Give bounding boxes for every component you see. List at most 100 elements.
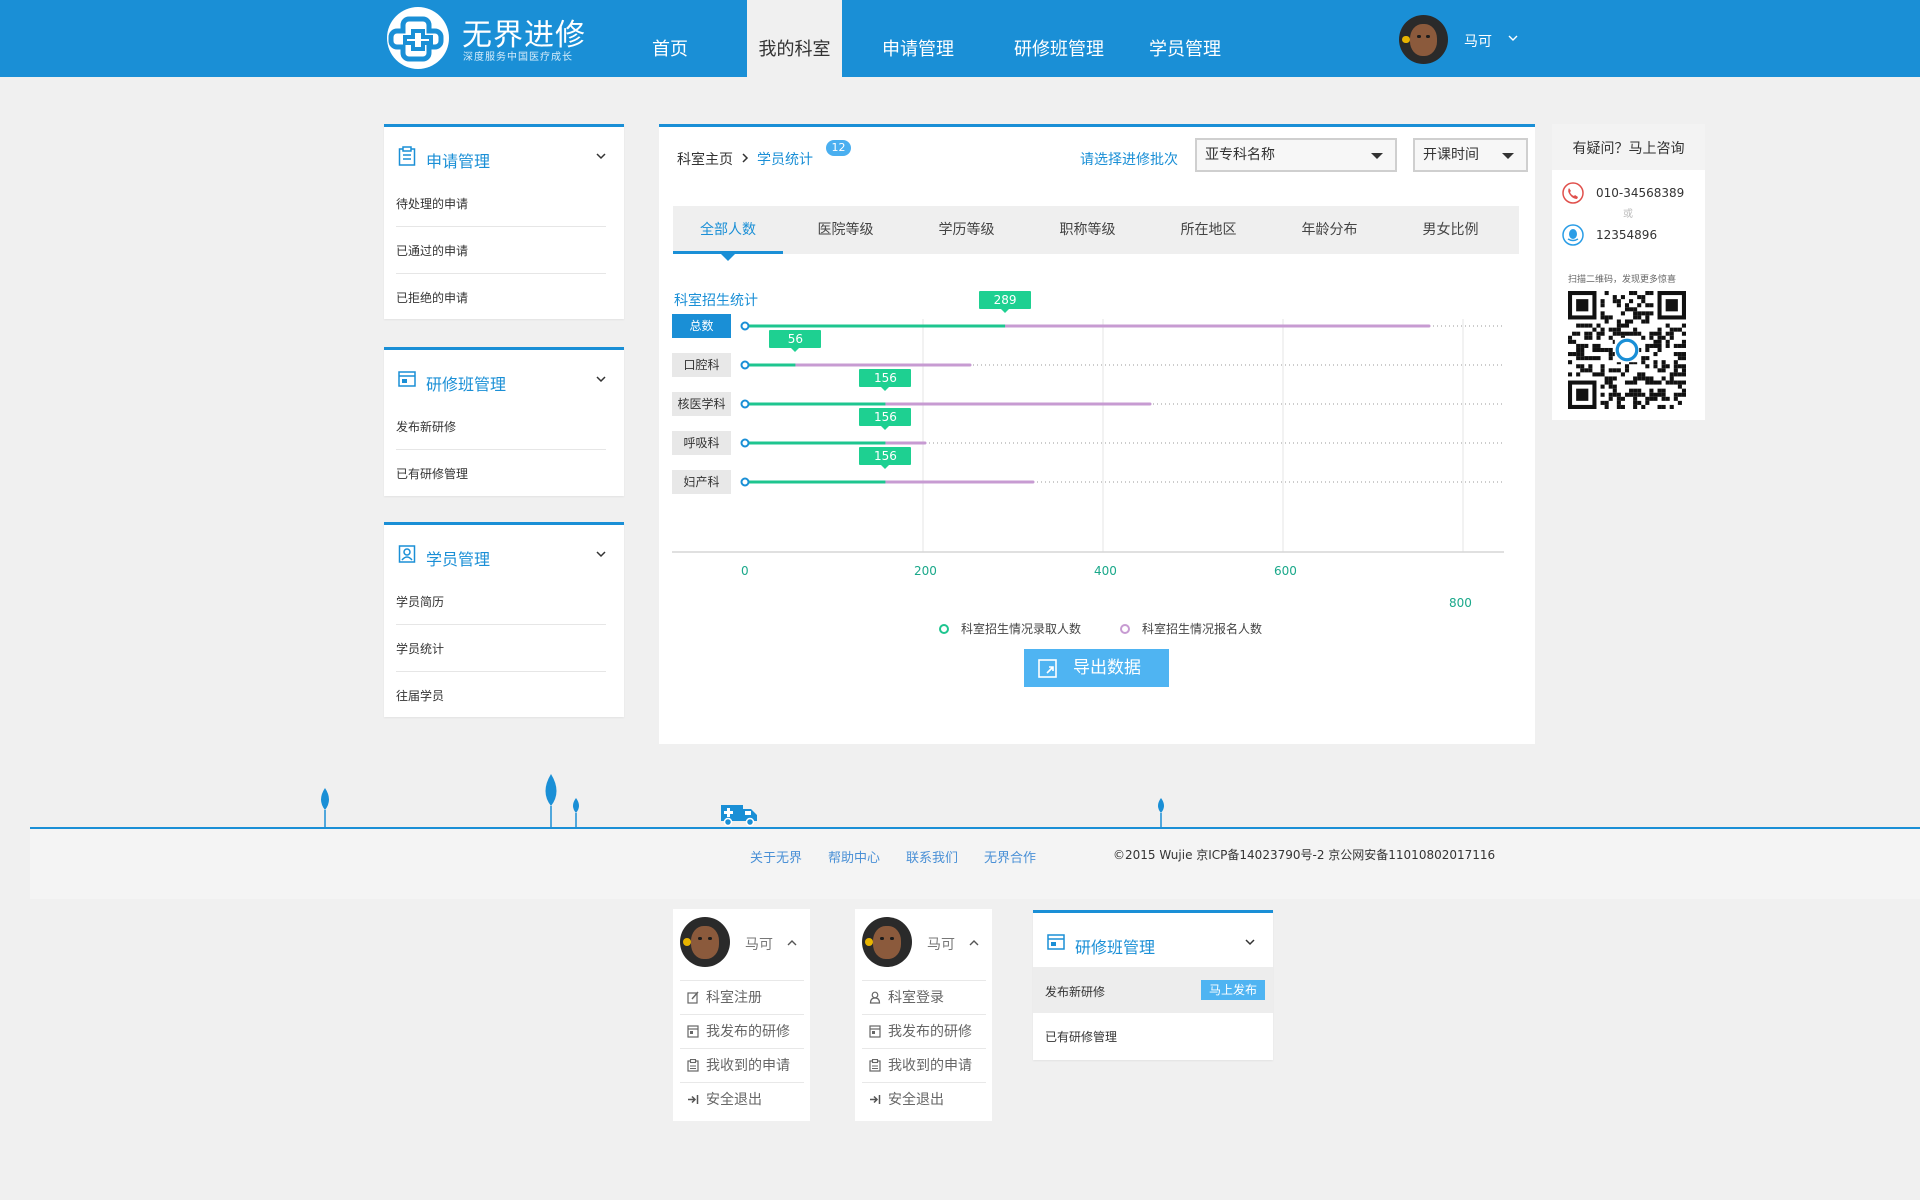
avatar[interactable]	[680, 917, 730, 967]
x-tick-label: 600	[1274, 564, 1297, 578]
publish-now-button[interactable]: 马上发布	[1201, 980, 1265, 1000]
value-badge: 156	[859, 447, 912, 469]
nav-home[interactable]: 首页	[630, 0, 710, 77]
x-tick-label: 0	[741, 564, 749, 578]
menu-item-my-courses[interactable]: 我发布的研修	[862, 1014, 986, 1048]
nav-application-management[interactable]: 申请管理	[870, 0, 966, 77]
menu-item-label: 我发布的研修	[706, 1024, 790, 1040]
clipboard-icon	[869, 1059, 881, 1072]
calendar-board-icon	[869, 1025, 881, 1038]
consult-or: 或	[1623, 209, 1633, 220]
menu-item-label: 安全退出	[888, 1092, 944, 1108]
menu-item-received-applications[interactable]: 我收到的申请	[862, 1048, 986, 1082]
legend-label: 科室招生情况录取人数	[961, 622, 1082, 636]
consult-phone[interactable]: 010-34568389	[1596, 186, 1684, 200]
edit-icon	[687, 991, 699, 1004]
value-badge: 156	[859, 369, 912, 391]
menu-item-logout[interactable]: 安全退出	[680, 1082, 804, 1116]
value-badge: 56	[769, 330, 822, 352]
category-label: 总数	[672, 314, 731, 338]
top-navigation-bar: 无界进修 深度服务中国医疗成长 首页 我的科室 申请管理 研修班管理 学员管理 …	[0, 0, 1920, 77]
bar-start-marker	[740, 477, 750, 487]
sidebar-course-panel: 研修班管理 发布新研修 已有研修管理	[384, 347, 624, 496]
user-name[interactable]: 马可	[745, 934, 773, 954]
value-badge: 289	[979, 291, 1032, 313]
sidebar-item-former-students[interactable]: 往届学员	[396, 673, 606, 719]
user-icon	[869, 991, 881, 1004]
menu-item-label: 科室注册	[706, 990, 762, 1006]
category-label: 核医学科	[672, 392, 731, 416]
sidebar-apply-panel: 申请管理 待处理的申请 已通过的申请 已拒绝的申请	[384, 124, 624, 319]
bar-start-marker	[740, 360, 750, 370]
footer-link-cooperation[interactable]: 无界合作	[984, 847, 1036, 866]
qr-code-image	[1568, 291, 1686, 409]
nav-student-management[interactable]: 学员管理	[1140, 0, 1230, 77]
qr-caption: 扫描二维码，发现更多惊喜	[1568, 275, 1677, 285]
chevron-up-icon[interactable]	[969, 939, 979, 947]
menu-item-login[interactable]: 科室登录	[862, 980, 986, 1014]
user-dropdown-registered: 马可 科室注册 我发布的研修 我收到的申请 安全退出	[673, 909, 810, 1121]
panel-header[interactable]: 研修班管理	[384, 350, 624, 402]
panel-title: 研修班管理	[426, 375, 507, 394]
main-content-card: 科室主页 学员统计 12 请选择进修批次 亚专科名称 开课时间 全部人数 医院等…	[659, 124, 1535, 744]
category-label: 口腔科	[672, 353, 731, 377]
panel-title: 申请管理	[426, 152, 491, 171]
footer-link-help[interactable]: 帮助中心	[828, 847, 880, 866]
calendar-board-icon	[398, 371, 416, 387]
brand-slogan: 深度服务中国医疗成长	[463, 52, 573, 63]
ambulance-icon	[721, 805, 757, 827]
chevron-down-icon[interactable]	[1243, 935, 1257, 949]
legend-marker	[1120, 624, 1130, 634]
x-tick-label: 800	[1449, 596, 1472, 610]
student-card-icon	[398, 545, 416, 563]
nav-course-management[interactable]: 研修班管理	[1004, 0, 1114, 77]
consult-panel: 有疑问？马上咨询 010-34568389 或 12354896 扫描二维码，发…	[1552, 124, 1705, 420]
chevron-up-icon[interactable]	[787, 939, 797, 947]
avatar[interactable]	[862, 917, 912, 967]
sidebar-student-panel: 学员管理 学员简历 学员统计 往届学员	[384, 522, 624, 717]
menu-item-publish-course-row[interactable]: 发布新研修 马上发布	[1033, 967, 1273, 1013]
export-data-label: 导出数据	[1073, 658, 1141, 678]
legend-marker	[939, 624, 949, 634]
avatar[interactable]	[1399, 15, 1448, 64]
panel-header[interactable]: 学员管理	[384, 525, 624, 577]
phone-icon	[1562, 182, 1584, 204]
footer-link-contact[interactable]: 联系我们	[906, 847, 958, 866]
menu-item-logout[interactable]: 安全退出	[862, 1082, 986, 1116]
panel-title: 研修班管理	[1075, 938, 1156, 957]
logout-icon	[688, 1095, 699, 1104]
chevron-down-icon[interactable]	[1508, 34, 1518, 42]
user-name[interactable]: 马可	[927, 934, 955, 954]
panel-title: 学员管理	[426, 550, 491, 569]
enrollment-chart: 总数 289 口腔科 56 核医学科 156 呼吸科 156 妇产科 156 0 200 400 600 8…	[659, 127, 1535, 647]
sidebar-item-rejected-applications[interactable]: 已拒绝的申请	[396, 275, 606, 321]
menu-item-existing-courses[interactable]: 已有研修管理	[1045, 1028, 1117, 1045]
course-menu-panel: 研修班管理 发布新研修 马上发布 已有研修管理	[1033, 910, 1273, 1060]
nav-my-department[interactable]: 我的科室	[747, 0, 842, 77]
user-name[interactable]: 马可	[1464, 31, 1492, 51]
menu-item-received-applications[interactable]: 我收到的申请	[680, 1048, 804, 1082]
footer-link-about[interactable]: 关于无界	[750, 847, 802, 866]
category-label: 呼吸科	[672, 431, 731, 455]
bar-start-marker	[740, 399, 750, 409]
panel-header[interactable]: 申请管理	[384, 127, 624, 179]
sidebar-item-pending-applications[interactable]: 待处理的申请	[396, 181, 606, 227]
panel-header[interactable]: 研修班管理	[1033, 913, 1273, 965]
sidebar-item-student-statistics[interactable]: 学员统计	[396, 626, 606, 672]
export-data-button[interactable]: 导出数据	[1024, 649, 1169, 687]
brand-logo-icon[interactable]	[387, 7, 449, 69]
menu-item-label: 安全退出	[706, 1092, 762, 1108]
sidebar-item-approved-applications[interactable]: 已通过的申请	[396, 228, 606, 274]
sidebar-item-existing-courses[interactable]: 已有研修管理	[396, 451, 606, 497]
chevron-down-icon[interactable]	[594, 547, 608, 561]
sidebar-item-publish-course[interactable]: 发布新研修	[396, 404, 606, 450]
menu-item-my-courses[interactable]: 我发布的研修	[680, 1014, 804, 1048]
logout-icon	[870, 1095, 881, 1104]
chevron-down-icon[interactable]	[594, 149, 608, 163]
menu-item-register[interactable]: 科室注册	[680, 980, 804, 1014]
chevron-down-icon[interactable]	[594, 372, 608, 386]
bar-start-marker	[740, 321, 750, 331]
sidebar-item-student-resume[interactable]: 学员简历	[396, 579, 606, 625]
consult-qq[interactable]: 12354896	[1596, 228, 1657, 242]
calendar-board-icon	[687, 1025, 699, 1038]
